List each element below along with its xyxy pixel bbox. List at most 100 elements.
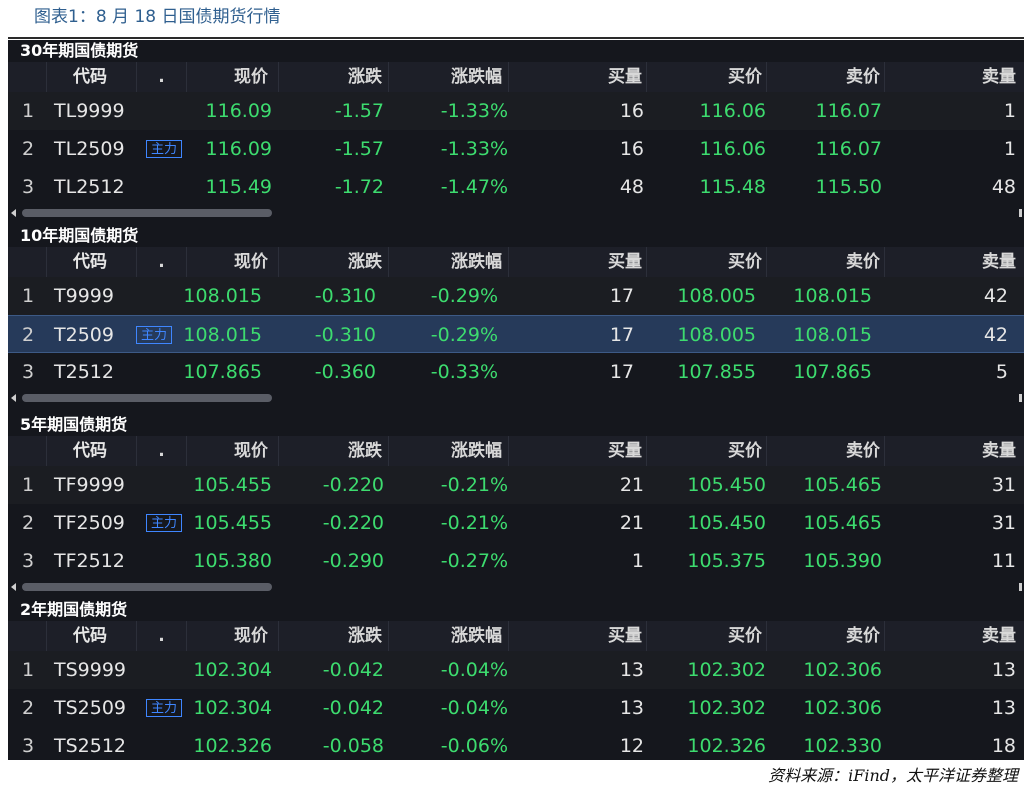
- row-index: 1: [22, 285, 35, 307]
- bid-price: 102.302: [687, 697, 766, 719]
- col-bid-header[interactable]: 买价: [646, 436, 766, 466]
- table-row[interactable]: 3 TL2512 115.49 -1.72 -1.47% 48 115.48 115.50 48: [8, 168, 1024, 206]
- bid-volume: 16: [619, 100, 644, 122]
- col-ask-vol-header[interactable]: 卖量: [884, 247, 1024, 277]
- row-index: 2: [22, 324, 35, 346]
- col-bid-vol-header[interactable]: 买量: [508, 247, 646, 277]
- col-price-header[interactable]: 现价: [186, 621, 278, 651]
- table-row[interactable]: 2 TS2509 主力 102.304 -0.042 -0.04% 13 102.302 102…: [8, 689, 1024, 727]
- table-header: 代码. 现价 涨跌 涨跌幅 买量 买价 卖价 卖量: [8, 621, 1024, 651]
- change-percent: -0.29%: [430, 285, 498, 307]
- col-price-header[interactable]: 现价: [186, 247, 278, 277]
- last-price: 102.304: [193, 697, 272, 719]
- scroll-left-arrow-icon[interactable]: [11, 209, 16, 217]
- scrollbar-thumb[interactable]: [22, 209, 272, 217]
- horizontal-scrollbar[interactable]: [8, 580, 1024, 594]
- col-code-header[interactable]: 代码: [46, 247, 136, 277]
- col-code-header[interactable]: 代码: [46, 62, 136, 92]
- main-contract-badge: 主力: [146, 140, 182, 158]
- col-change-header[interactable]: 涨跌: [278, 247, 388, 277]
- bid-volume: 21: [619, 474, 644, 496]
- table-row[interactable]: 3 TF2512 105.380 -0.290 -0.27% 1 105.375 105.39…: [8, 542, 1024, 580]
- table-row[interactable]: 1 T9999 108.015 -0.310 -0.29% 17 108.005 108.01…: [8, 277, 1024, 315]
- last-price: 105.380: [193, 550, 272, 572]
- bid-price: 102.302: [687, 659, 766, 681]
- last-price: 115.49: [205, 176, 272, 198]
- table-row[interactable]: 1 TF9999 105.455 -0.220 -0.21% 21 105.450 105.4…: [8, 466, 1024, 504]
- table-row[interactable]: 3 TS2512 102.326 -0.058 -0.06% 12 102.326 102.3…: [8, 727, 1024, 760]
- last-price: 108.015: [183, 324, 262, 346]
- col-dot-header[interactable]: .: [136, 62, 186, 92]
- col-ask-vol-header[interactable]: 卖量: [884, 436, 1024, 466]
- col-change-header[interactable]: 涨跌: [278, 436, 388, 466]
- ask-volume: 42: [983, 324, 1008, 346]
- col-dot-header[interactable]: .: [136, 621, 186, 651]
- bid-price: 108.005: [677, 285, 756, 307]
- scroll-right-arrow-icon[interactable]: [1019, 583, 1022, 591]
- table-row[interactable]: 2 T2509 主力 108.015 -0.310 -0.29% 17 108.005 108.…: [8, 315, 1024, 353]
- col-change-pct-header[interactable]: 涨跌幅: [388, 436, 508, 466]
- col-ask-vol-header[interactable]: 卖量: [884, 62, 1024, 92]
- scroll-right-arrow-icon[interactable]: [1019, 209, 1022, 217]
- ask-price: 115.50: [815, 176, 882, 198]
- horizontal-scrollbar[interactable]: [8, 206, 1024, 220]
- ask-volume: 5: [995, 361, 1008, 383]
- ask-price: 105.465: [803, 512, 882, 534]
- table-row[interactable]: 3 T2512 107.865 -0.360 -0.33% 17 107.855 107.86…: [8, 353, 1024, 391]
- horizontal-scrollbar[interactable]: [8, 391, 1024, 405]
- change-percent: -1.33%: [440, 138, 508, 160]
- col-dot-header[interactable]: .: [136, 247, 186, 277]
- ask-price: 108.015: [793, 285, 872, 307]
- scroll-right-arrow-icon[interactable]: [1019, 394, 1022, 402]
- col-bid-header[interactable]: 买价: [646, 62, 766, 92]
- col-bid-header[interactable]: 买价: [646, 247, 766, 277]
- col-change-pct-header[interactable]: 涨跌幅: [388, 621, 508, 651]
- col-code-header[interactable]: 代码: [46, 436, 136, 466]
- table-row[interactable]: 1 TL9999 116.09 -1.57 -1.33% 16 116.06 116.07 1: [8, 92, 1024, 130]
- price-change: -0.042: [322, 659, 384, 681]
- futures-quote-window: 30年期国债期货 代码. 现价 涨跌 涨跌幅 买量 买价 卖价 卖量 1 TL9999 116.09-…: [8, 40, 1024, 760]
- scroll-left-arrow-icon[interactable]: [11, 394, 16, 402]
- col-bid-vol-header[interactable]: 买量: [508, 62, 646, 92]
- price-change: -1.57: [334, 138, 384, 160]
- col-change-pct-header[interactable]: 涨跌幅: [388, 247, 508, 277]
- price-change: -1.57: [334, 100, 384, 122]
- col-price-header[interactable]: 现价: [186, 436, 278, 466]
- table-row[interactable]: 2 TL2509 主力 116.09 -1.57 -1.33% 16 116.06 116.07…: [8, 130, 1024, 168]
- col-ask-vol-header[interactable]: 卖量: [884, 621, 1024, 651]
- col-price-header[interactable]: 现价: [186, 62, 278, 92]
- scrollbar-thumb[interactable]: [22, 394, 272, 402]
- col-ask-header[interactable]: 卖价: [766, 62, 884, 92]
- col-bid-header[interactable]: 买价: [646, 621, 766, 651]
- source-note: 资料来源：iFind，太平洋证券整理: [768, 766, 1018, 785]
- bid-price: 116.06: [699, 138, 766, 160]
- col-ask-header[interactable]: 卖价: [766, 247, 884, 277]
- last-price: 108.015: [183, 285, 262, 307]
- table-row[interactable]: 1 TS9999 102.304 -0.042 -0.04% 13 102.302 102.3…: [8, 651, 1024, 689]
- main-contract-badge: 主力: [146, 514, 182, 532]
- col-code-header[interactable]: 代码: [46, 621, 136, 651]
- col-bid-vol-header[interactable]: 买量: [508, 621, 646, 651]
- bid-volume: 13: [619, 659, 644, 681]
- col-dot-header[interactable]: .: [136, 436, 186, 466]
- ask-price: 105.465: [803, 474, 882, 496]
- section-30y: 30年期国债期货 代码. 现价 涨跌 涨跌幅 买量 买价 卖价 卖量 1 TL9999 116.09 -…: [8, 40, 1024, 220]
- col-bid-vol-header[interactable]: 买量: [508, 436, 646, 466]
- col-ask-header[interactable]: 卖价: [766, 436, 884, 466]
- bid-price: 108.005: [677, 324, 756, 346]
- col-change-pct-header[interactable]: 涨跌幅: [388, 62, 508, 92]
- caption-divider: [8, 37, 1024, 39]
- contract-code: T2512: [54, 361, 114, 383]
- contract-code: TF2512: [54, 550, 125, 572]
- contract-code: TS2509: [54, 697, 127, 719]
- table-row[interactable]: 2 TF2509 主力 105.455 -0.220 -0.21% 21 105.450 105…: [8, 504, 1024, 542]
- scrollbar-thumb[interactable]: [22, 583, 272, 591]
- col-change-header[interactable]: 涨跌: [278, 621, 388, 651]
- col-ask-header[interactable]: 卖价: [766, 621, 884, 651]
- price-change: -0.220: [322, 512, 384, 534]
- col-change-header[interactable]: 涨跌: [278, 62, 388, 92]
- scroll-left-arrow-icon[interactable]: [11, 583, 16, 591]
- bid-volume: 17: [609, 285, 634, 307]
- ask-volume: 31: [991, 512, 1016, 534]
- row-index: 3: [22, 735, 35, 757]
